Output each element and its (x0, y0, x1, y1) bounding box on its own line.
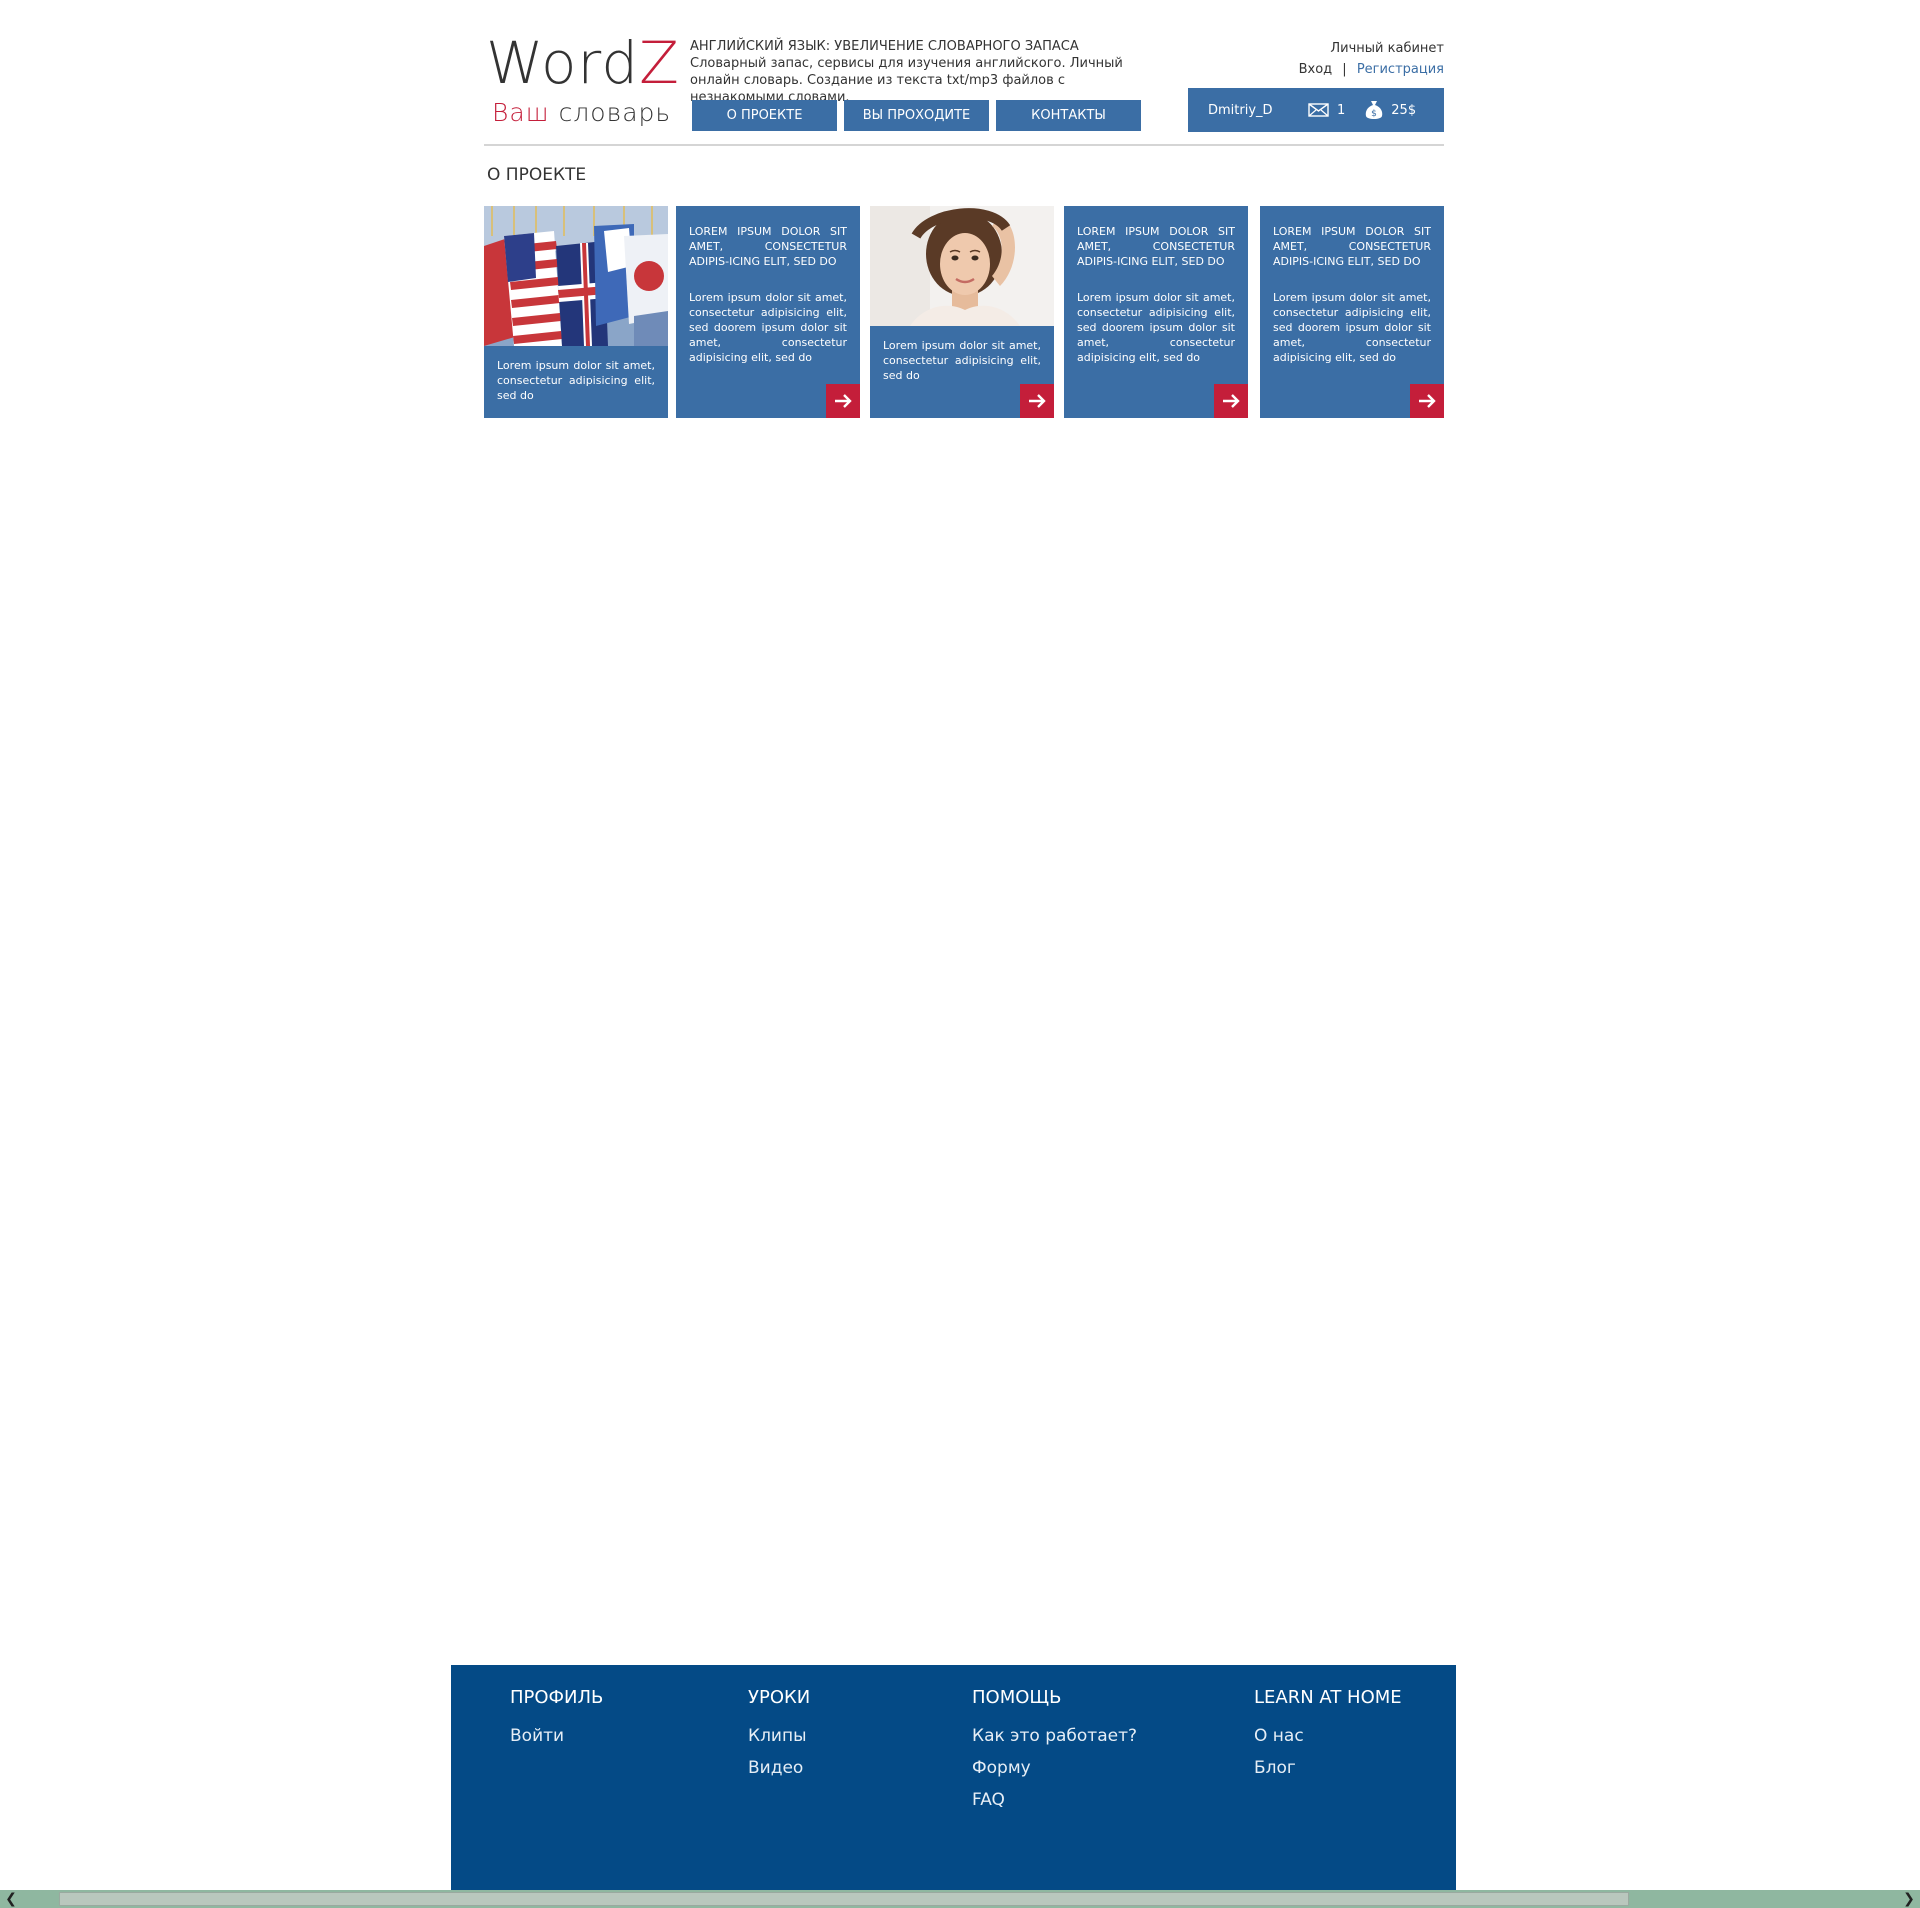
card-arrow-button[interactable] (1214, 384, 1248, 418)
header-description: Словарный запас, сервисы для изучения ан… (690, 56, 1123, 105)
footer-column-learn-at-home: LEARN AT HOME О нас Блог (1254, 1687, 1402, 1784)
account-title: Личный кабинет (1330, 41, 1444, 56)
scroll-right-arrow-icon[interactable]: ❯ (1900, 1890, 1918, 1908)
card-text: Lorem ipsum dolor sit amet, consectetur … (1273, 291, 1431, 364)
nav-about-button[interactable]: О ПРОЕКТЕ (692, 100, 837, 131)
arrow-right-icon (1029, 394, 1046, 408)
account-area: Личный кабинет Вход | Регистрация (1184, 38, 1444, 80)
header-info: АНГЛИЙСКИЙ ЯЗЫК: УВЕЛИЧЕНИЕ СЛОВАРНОГО З… (690, 38, 1150, 106)
footer-heading: LEARN AT HOME (1254, 1687, 1402, 1708)
footer: ПРОФИЛЬ Войти УРОКИ Клипы Видео ПОМОЩЬ К… (451, 1665, 1456, 1890)
footer-link-about[interactable]: О нас (1254, 1720, 1402, 1752)
footer-link-login[interactable]: Войти (510, 1720, 603, 1752)
footer-link-form[interactable]: Форму (972, 1752, 1137, 1784)
footer-link-clips[interactable]: Клипы (748, 1720, 810, 1752)
horizontal-scrollbar[interactable]: ❮ ❯ (0, 1890, 1920, 1908)
footer-heading: УРОКИ (748, 1687, 811, 1708)
register-link[interactable]: Регистрация (1357, 62, 1444, 77)
card-text: Lorem ipsum dolor sit amet, consectetur … (689, 291, 847, 364)
svg-text:$: $ (1371, 109, 1377, 119)
card-heading: LOREM IPSUM DOLOR SIT AMET, CONSECTETUR … (1077, 225, 1235, 268)
account-links: Вход | Регистрация (1184, 59, 1444, 80)
card-heading: LOREM IPSUM DOLOR SIT AMET, CONSECTETUR … (689, 225, 847, 268)
card-woman[interactable]: Lorem ipsum dolor sit amet, consectetur … (870, 206, 1054, 418)
arrow-right-icon (1419, 394, 1436, 408)
arrow-right-icon (835, 394, 852, 408)
header-heading: АНГЛИЙСКИЙ ЯЗЫК: УВЕЛИЧЕНИЕ СЛОВАРНОГО З… (690, 39, 1079, 54)
card-text: Lorem ipsum dolor sit amet, consectetur … (497, 359, 655, 402)
footer-link-blog[interactable]: Блог (1254, 1752, 1402, 1784)
balance-amount: 25$ (1391, 102, 1417, 118)
section-title: О ПРОЕКТЕ (487, 165, 587, 185)
nav-progress-button[interactable]: ВЫ ПРОХОДИТЕ (844, 100, 989, 131)
card-info[interactable]: LOREM IPSUM DOLOR SIT AMET, CONSECTETUR … (676, 206, 860, 418)
card-text: Lorem ipsum dolor sit amet, consectetur … (1077, 291, 1235, 364)
footer-column-help: ПОМОЩЬ Как это работает? Форму FAQ (972, 1687, 1137, 1816)
footer-link-video[interactable]: Видео (748, 1752, 810, 1784)
scrollbar-thumb[interactable] (59, 1892, 1629, 1906)
flags-photo (484, 206, 668, 346)
card-arrow-button[interactable] (1410, 384, 1444, 418)
money-bag-icon: $ (1366, 101, 1383, 119)
card-info[interactable]: LOREM IPSUM DOLOR SIT AMET, CONSECTETUR … (1064, 206, 1248, 418)
arrow-right-icon (1223, 394, 1240, 408)
mail-icon (1308, 103, 1329, 117)
login-link[interactable]: Вход (1299, 62, 1333, 77)
scroll-left-arrow-icon[interactable]: ❮ (2, 1890, 20, 1908)
footer-column-profile: ПРОФИЛЬ Войти (510, 1687, 603, 1752)
messages-counter[interactable]: 1 (1308, 103, 1345, 118)
card-info[interactable]: LOREM IPSUM DOLOR SIT AMET, CONSECTETUR … (1260, 206, 1444, 418)
logo-subtitle: Ваш словарь (492, 98, 672, 127)
footer-column-lessons: УРОКИ Клипы Видео (748, 1687, 810, 1784)
card-text: Lorem ipsum dolor sit amet, consectetur … (883, 339, 1041, 382)
footer-link-faq[interactable]: FAQ (972, 1784, 1137, 1816)
footer-heading: ПОМОЩЬ (972, 1687, 1062, 1708)
card-heading: LOREM IPSUM DOLOR SIT AMET, CONSECTETUR … (1273, 225, 1431, 268)
woman-photo (870, 206, 1054, 326)
logo-title: WordZ (486, 29, 680, 97)
card-arrow-button[interactable] (826, 384, 860, 418)
card-arrow-button[interactable] (1020, 384, 1054, 418)
footer-heading: ПРОФИЛЬ (510, 1687, 604, 1708)
footer-link-how-it-works[interactable]: Как это работает? (972, 1720, 1137, 1752)
nav-contacts-button[interactable]: КОНТАКТЫ (996, 100, 1141, 131)
card-flags[interactable]: Lorem ipsum dolor sit amet, consectetur … (484, 206, 668, 418)
link-separator: | (1342, 62, 1347, 77)
messages-count: 1 (1337, 102, 1346, 118)
balance[interactable]: $ 25$ (1363, 99, 1416, 121)
logo[interactable]: WordZ Ваш словарь (486, 30, 680, 127)
header-divider (484, 144, 1444, 146)
user-bar: Dmitriy_D 1 $ 25$ (1188, 88, 1444, 132)
main-nav: О ПРОЕКТЕ ВЫ ПРОХОДИТЕ КОНТАКТЫ (692, 100, 1141, 131)
username[interactable]: Dmitriy_D (1208, 103, 1308, 118)
